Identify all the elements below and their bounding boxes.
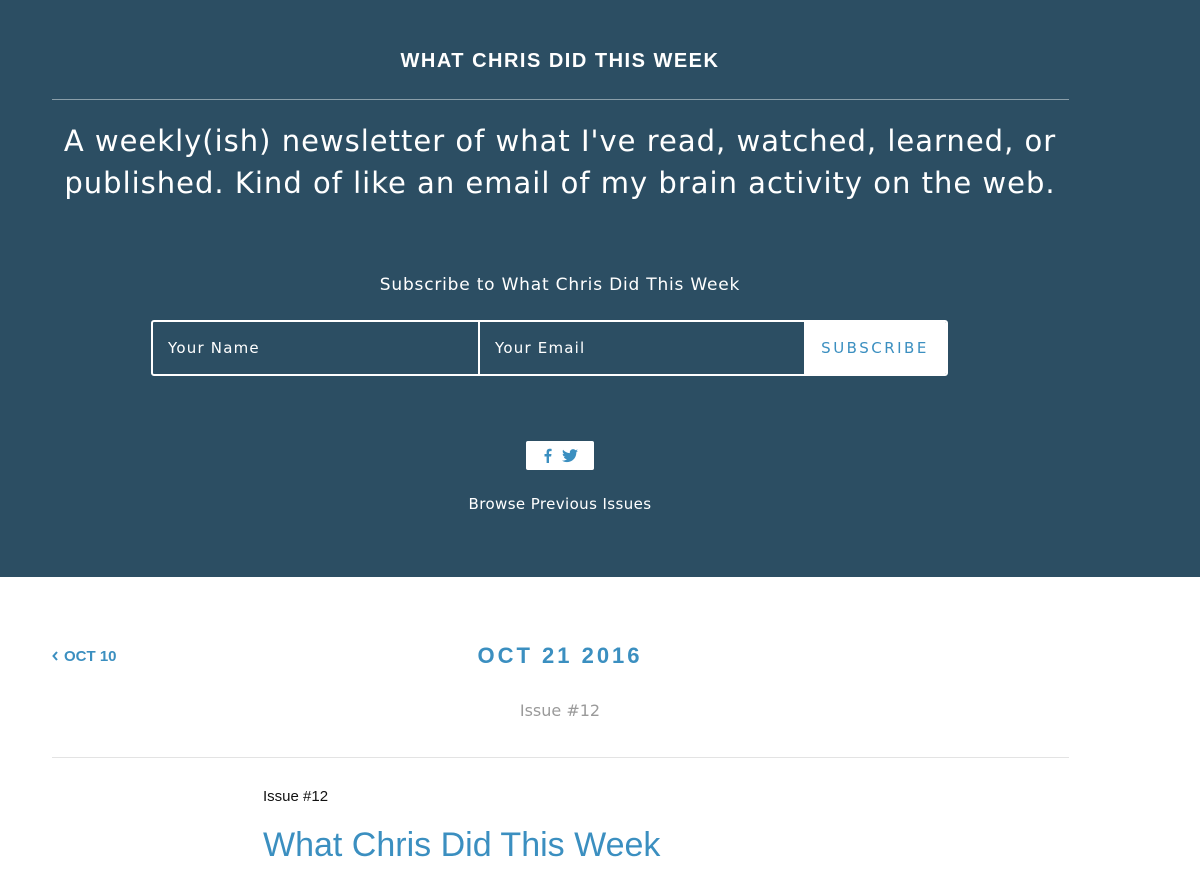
article-title: What Chris Did This Week: [263, 826, 661, 864]
tagline: A weekly(ish) newsletter of what I've re…: [63, 124, 1057, 200]
subscribe-button[interactable]: SUBSCRIBE: [804, 322, 946, 374]
subscribe-form: SUBSCRIBE: [151, 320, 948, 376]
article-issue-label: Issue #12: [263, 788, 329, 805]
browse-previous-issues-link[interactable]: Browse Previous Issues: [0, 495, 1120, 513]
divider: [52, 757, 1069, 758]
site-title[interactable]: WHAT CHRIS DID THIS WEEK: [0, 50, 1120, 73]
issue-number: Issue #12: [519, 701, 601, 720]
social-share: [526, 441, 594, 470]
subscribe-heading: Subscribe to What Chris Did This Week: [379, 275, 741, 295]
name-input[interactable]: [153, 322, 480, 374]
divider: [52, 99, 1069, 100]
facebook-icon[interactable]: [543, 448, 552, 463]
issue-date: OCT 21 2016: [477, 643, 643, 668]
email-input[interactable]: [480, 322, 804, 374]
hero-header: WHAT CHRIS DID THIS WEEK A weekly(ish) n…: [0, 0, 1200, 577]
twitter-icon[interactable]: [561, 448, 578, 463]
